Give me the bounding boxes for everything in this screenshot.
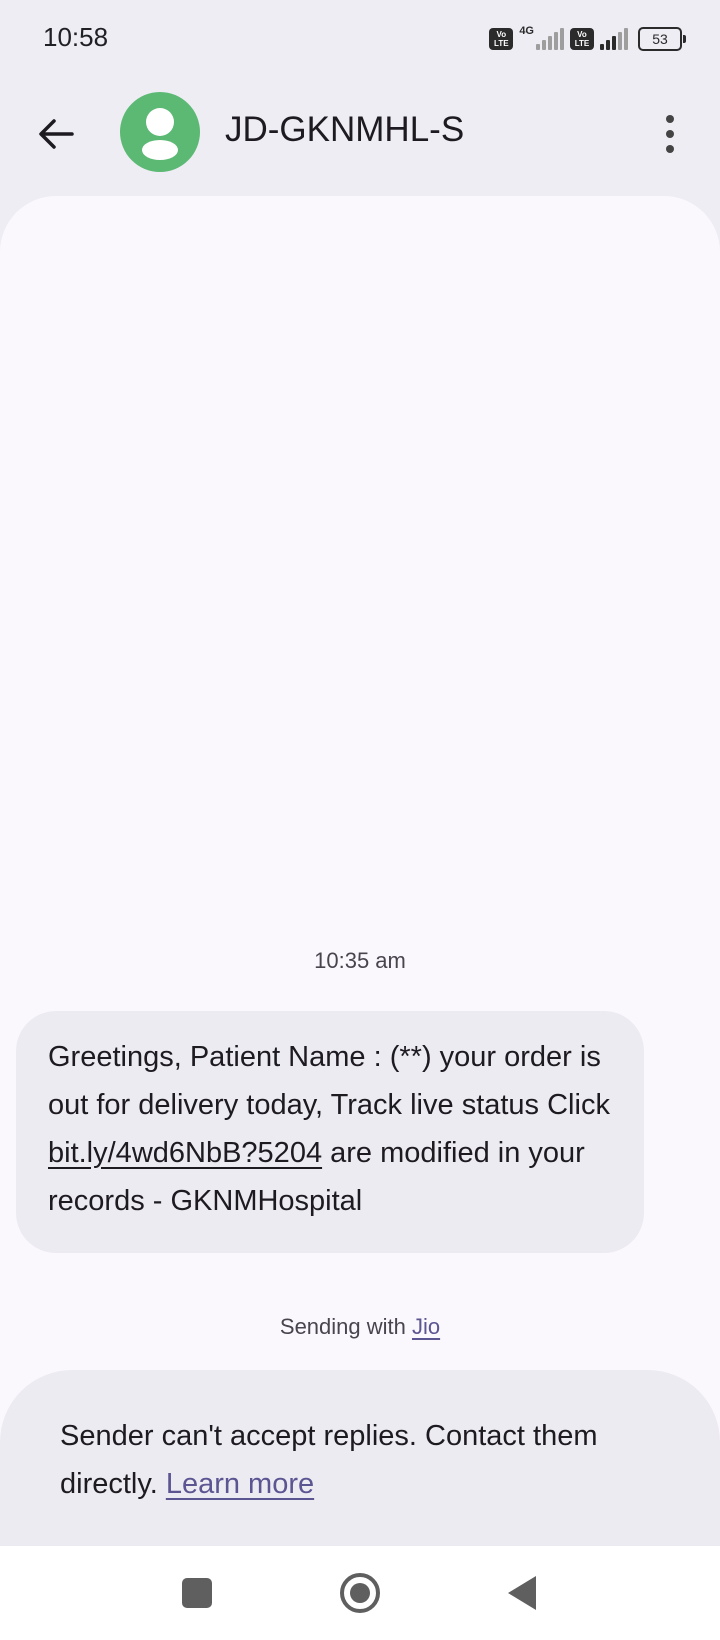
more-vertical-dot: [666, 145, 674, 153]
status-time: 10:58: [43, 22, 109, 52]
home-circle-icon[interactable]: [340, 1573, 380, 1613]
message-link[interactable]: bit.ly/4wd6NbB?5204: [48, 1137, 322, 1169]
recents-square-icon[interactable]: [182, 1578, 212, 1608]
compose-notice: Sender can't accept replies. Contact the…: [0, 1370, 720, 1546]
message-text-start: Greetings, Patient Name : (**) your orde…: [48, 1041, 610, 1121]
signal-strength-icon: [536, 28, 564, 50]
notice-text: Sender can't accept replies. Contact the…: [60, 1412, 640, 1508]
contact-name[interactable]: JD-GKNMHL-S: [225, 110, 464, 150]
avatar-person-icon: [146, 108, 174, 136]
sending-prefix: Sending with: [279, 1314, 412, 1339]
more-options-button[interactable]: [650, 106, 690, 162]
message-timestamp: 10:35 am: [314, 948, 406, 973]
status-bar: 10:58 Vo LTE 4G Vo LTE 53: [0, 0, 720, 80]
sending-with-label: Sending with Jio: [0, 1314, 720, 1340]
battery-icon: 53: [638, 27, 686, 51]
network-type-label: 4G: [519, 25, 534, 37]
learn-more-link[interactable]: Learn more: [166, 1468, 314, 1500]
arrow-left-icon: [39, 119, 74, 149]
signal-strength-icon-2: [600, 28, 628, 50]
more-vertical-dot: [666, 130, 674, 138]
system-nav-bar: [0, 1546, 720, 1640]
message-bubble[interactable]: Greetings, Patient Name : (**) your orde…: [16, 1011, 644, 1253]
back-triangle-icon[interactable]: [508, 1576, 536, 1610]
avatar[interactable]: [120, 92, 200, 172]
app-bar: JD-GKNMHL-S: [0, 80, 720, 190]
conversation-panel[interactable]: 10:35 am Greetings, Patient Name : (**) …: [0, 196, 720, 1546]
avatar-person-body: [142, 140, 178, 160]
status-icons: Vo LTE 4G Vo LTE 53: [489, 24, 686, 54]
notice-message: Sender can't accept replies. Contact the…: [60, 1420, 598, 1500]
more-vertical-icon: [666, 115, 674, 123]
back-button[interactable]: [28, 106, 84, 162]
volte-icon-2: Vo LTE: [570, 28, 594, 50]
volte-icon: Vo LTE: [489, 28, 514, 50]
carrier-link[interactable]: Jio: [412, 1314, 440, 1339]
